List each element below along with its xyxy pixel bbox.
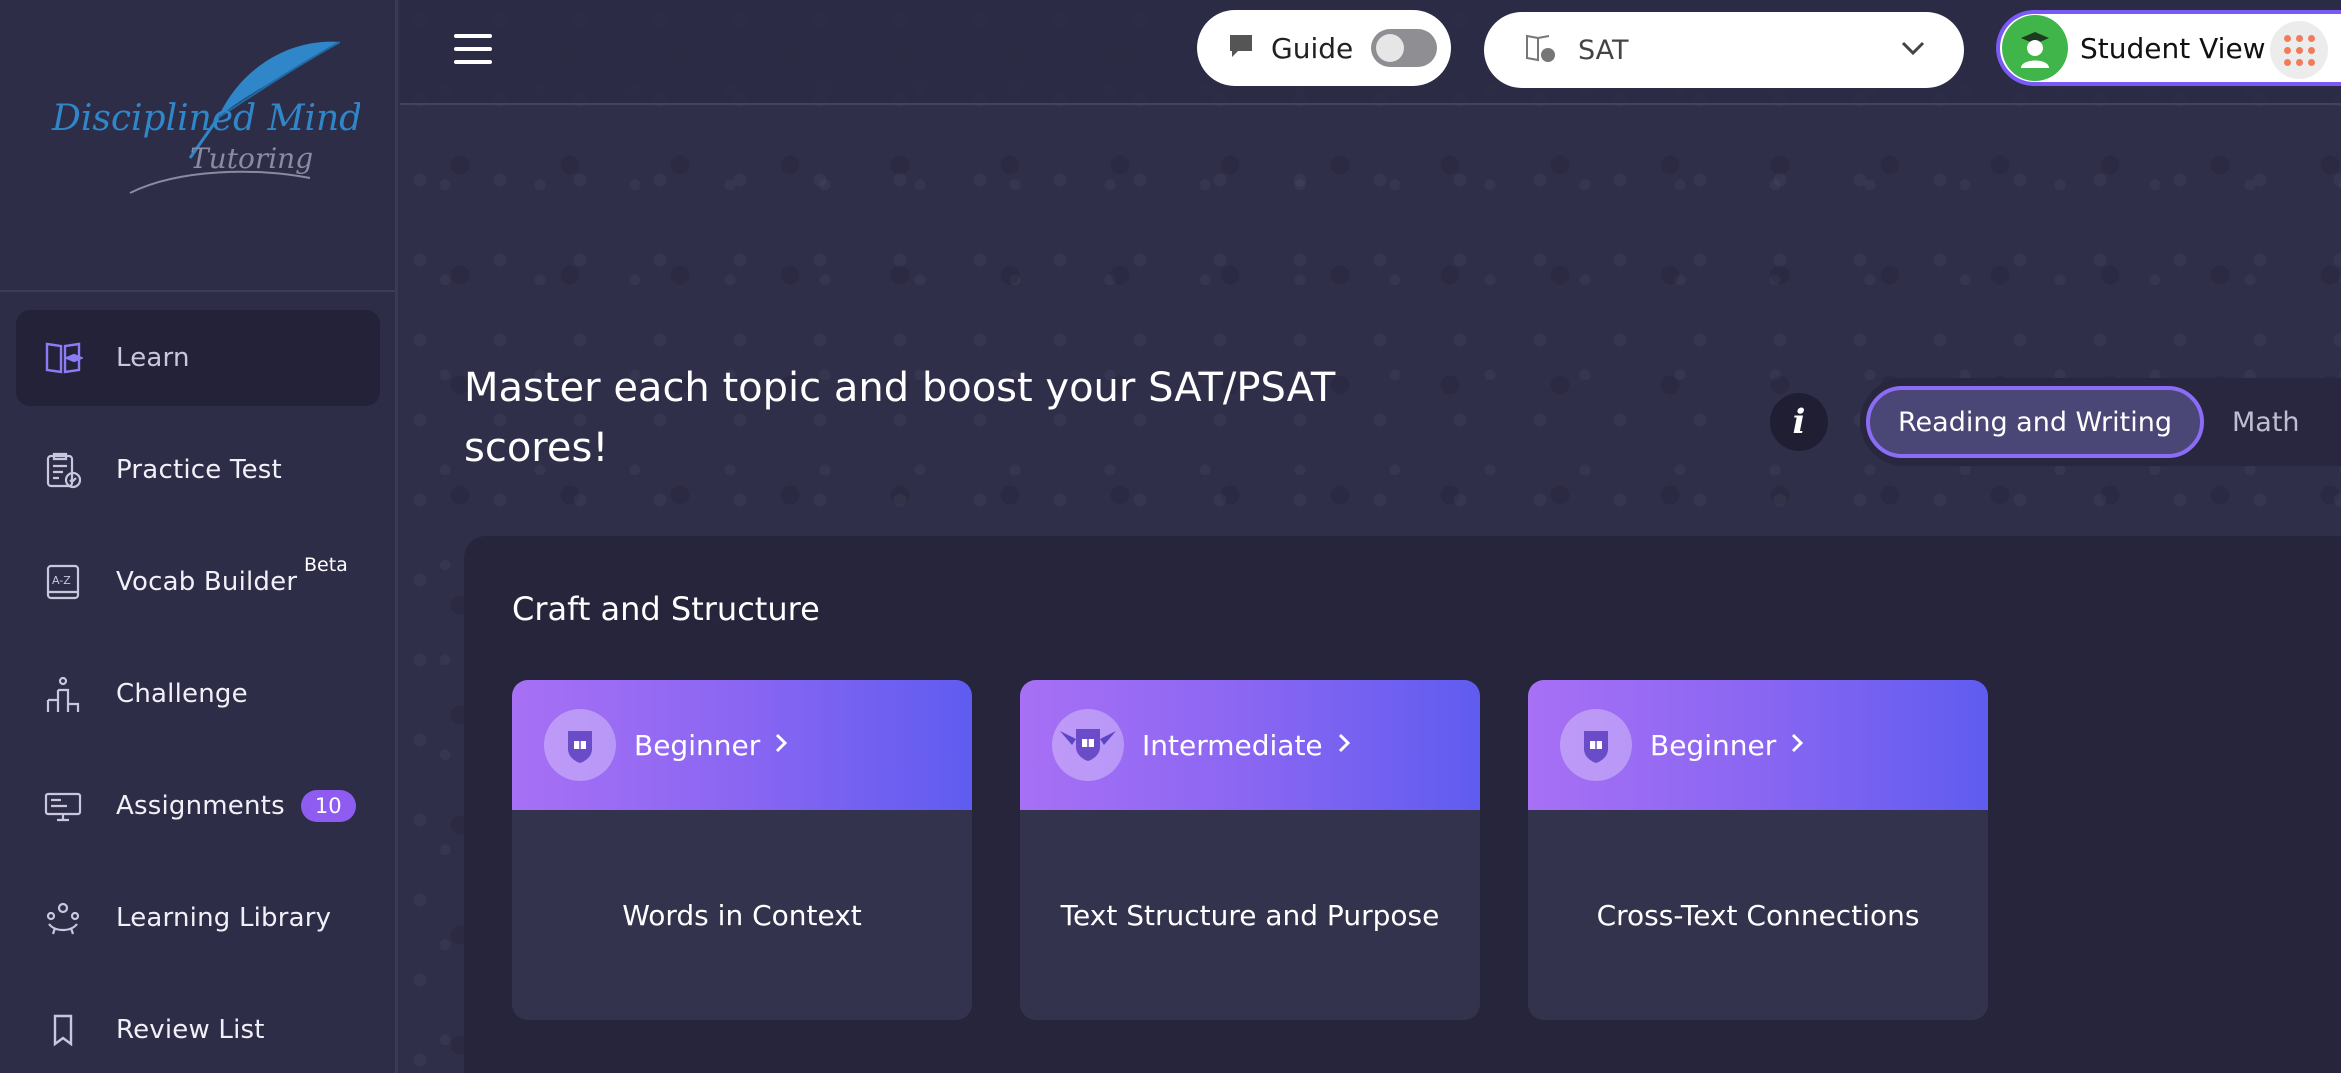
bookmark-icon [42,1009,84,1051]
tab-reading-and-writing[interactable]: Reading and Writing [1866,386,2204,458]
svg-text:Disciplined Minds: Disciplined Minds [51,98,360,139]
sidebar-item-label: Vocab Builder [116,567,298,597]
hamburger-menu-icon[interactable] [454,34,492,64]
exam-selected-value: SAT [1578,34,1629,66]
svg-text:?: ? [1545,51,1550,62]
info-icon[interactable]: i [1770,393,1828,451]
logo-image: Disciplined Minds Tutoring [51,41,360,194]
sidebar-item-label: Challenge [116,679,248,709]
clipboard-check-icon [42,449,84,491]
exam-dropdown[interactable]: ? SAT [1484,12,1964,88]
sidebar-item-learning-library[interactable]: Learning Library [16,870,380,966]
main-content: Guide ? SAT Student View Master each top… [400,0,2341,1073]
monitor-icon [42,785,84,827]
level-shield-icon [1560,709,1632,781]
sidebar-item-assignments[interactable]: Assignments 10 [16,758,380,854]
card-header: Intermediate [1020,680,1480,810]
sidebar-item-label: Learning Library [116,903,332,933]
guide-control: Guide [1197,10,1451,86]
beta-tag: Beta [304,554,348,576]
a-z-book-icon: A-Z [42,561,84,603]
sidebar: Disciplined Minds Tutoring Learn Practic… [0,0,398,1073]
logo[interactable]: Disciplined Minds Tutoring [0,0,395,292]
chevron-right-icon [774,732,788,758]
sidebar-nav: Learn Practice Test A-Z Vocab Builder Be… [16,310,380,1073]
topic-card[interactable]: Intermediate Text Structure and Purpose [1020,680,1480,1020]
exam-book-icon: ? [1524,31,1558,69]
sidebar-item-learn[interactable]: Learn [16,310,380,406]
level-shield-icon [544,709,616,781]
page-title: Master each topic and boost your SAT/PSA… [464,365,1336,471]
student-view-label: Student View [2080,31,2266,65]
chevron-down-icon [1900,40,1926,60]
chevron-right-icon [1337,732,1351,758]
card-topic-label: Cross-Text Connections [1596,898,1920,932]
subject-switch: Reading and Writing Math [1860,378,2341,466]
learn-book-icon [42,337,84,379]
assignments-count-badge: 10 [300,790,356,822]
svg-text:Tutoring: Tutoring [190,142,313,175]
section-title: Craft and Structure [512,590,820,628]
chat-icon [1227,32,1255,64]
tab-math[interactable]: Math [2204,386,2328,458]
sidebar-item-challenge[interactable]: Challenge [16,646,380,742]
card-header: Beginner [512,680,972,810]
library-icon [42,897,84,939]
level-winged-shield-icon [1052,709,1124,781]
card-topic-label: Text Structure and Purpose [1060,898,1440,932]
guide-label: Guide [1271,31,1354,65]
svg-text:A-Z: A-Z [52,574,71,587]
card-level-label: Beginner [634,728,761,762]
card-topic-label: Words in Context [622,898,862,932]
sidebar-item-practice-test[interactable]: Practice Test [16,422,380,518]
topic-card[interactable]: Beginner Cross-Text Connections [1528,680,1988,1020]
chevron-right-icon [1790,732,1804,758]
sidebar-item-label: Review List [116,1015,265,1045]
sidebar-item-label: Learn [116,343,190,373]
card-header: Beginner [1528,680,1988,810]
sidebar-item-label: Practice Test [116,455,282,485]
topic-section: Craft and Structure Beginner Words in Co… [464,536,2341,1073]
card-level-label: Intermediate [1142,728,1323,762]
apps-grid-icon[interactable] [2270,21,2328,79]
sidebar-item-review-list[interactable]: Review List [16,982,380,1073]
card-level-label: Beginner [1650,728,1777,762]
topic-card[interactable]: Beginner Words in Context [512,680,972,1020]
podium-icon [42,673,84,715]
sidebar-item-vocab-builder[interactable]: A-Z Vocab Builder Beta [16,534,380,630]
topbar: Guide ? SAT Student View [400,0,2341,105]
sidebar-item-label: Assignments [116,791,285,821]
student-avatar-icon [2002,15,2068,81]
guide-toggle[interactable] [1371,29,1438,67]
